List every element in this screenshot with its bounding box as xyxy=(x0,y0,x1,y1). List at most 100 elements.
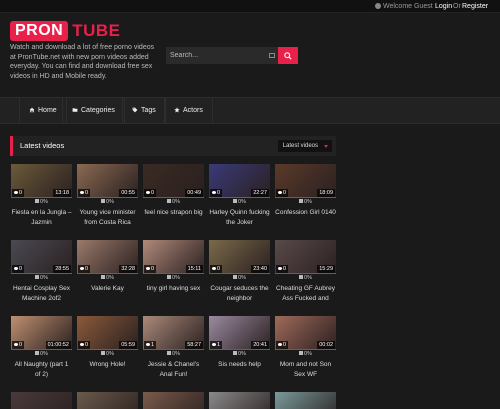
thumbs-up-icon xyxy=(299,275,304,279)
nav-label: Home xyxy=(38,107,57,114)
rating-value: 0% xyxy=(304,351,312,357)
rating-value: 0% xyxy=(238,275,246,281)
welcome-label: Welcome Guest xyxy=(383,3,433,10)
video-title[interactable]: Wrong Hole! xyxy=(77,360,138,370)
eye-icon xyxy=(212,191,216,194)
video-duration: 20:41 xyxy=(251,341,269,349)
video-duration: 00:02 xyxy=(317,341,335,349)
video-thumbnail[interactable]: 0 01:00:52 xyxy=(11,316,72,350)
video-duration: 15:11 xyxy=(185,265,203,273)
video-thumbnail[interactable]: 0 22:27 xyxy=(209,164,270,198)
nav-label: Actors xyxy=(183,107,203,114)
rating-value: 0% xyxy=(106,351,114,357)
video-thumbnail[interactable]: 0 15:29 xyxy=(275,240,336,274)
latest-videos-header: Latest videos Latest videos xyxy=(10,136,336,156)
video-title[interactable]: tiny girl having sex xyxy=(143,284,204,294)
video-thumbnail[interactable] xyxy=(77,392,138,409)
video-rating: 0% xyxy=(275,199,336,205)
video-thumbnail[interactable]: 1 20:41 xyxy=(209,316,270,350)
video-duration: 32:28 xyxy=(119,265,137,273)
nav-label: Tags xyxy=(141,107,156,114)
nav-item-actors[interactable]: Actors xyxy=(164,98,213,123)
view-count-value: 0 xyxy=(19,266,23,272)
site-logo[interactable]: PRON TUBE xyxy=(10,21,121,41)
view-count-value: 0 xyxy=(151,266,155,272)
search-input[interactable] xyxy=(166,47,278,64)
video-title[interactable]: Confession Girl 0140 xyxy=(275,208,336,218)
thumbs-up-icon xyxy=(233,275,238,279)
eye-icon xyxy=(80,191,84,194)
video-title[interactable]: feel nice strapon big xyxy=(143,208,204,218)
nav-label: Categories xyxy=(81,107,115,114)
logo-part2: TUBE xyxy=(72,21,121,40)
video-title[interactable]: Cheating GF Aubrey Ass Fucked and xyxy=(275,284,336,304)
video-duration: 22:27 xyxy=(251,189,269,197)
video-thumbnail[interactable]: 0 15:11 xyxy=(143,240,204,274)
video-thumbnail[interactable]: 0 00:49 xyxy=(143,164,204,198)
video-thumbnail[interactable]: 0 32:28 xyxy=(77,240,138,274)
video-title[interactable]: Sis needs help xyxy=(209,360,270,370)
video-title[interactable]: Valerie Kay xyxy=(77,284,138,294)
thumbs-up-icon xyxy=(167,199,172,203)
video-title[interactable]: Jessie & Chanel's Anal Fun! xyxy=(143,360,204,380)
nav-item-home[interactable]: Home xyxy=(19,98,67,123)
register-link[interactable]: Register xyxy=(462,0,488,13)
rating-value: 0% xyxy=(106,275,114,281)
login-link[interactable]: Login xyxy=(435,0,452,13)
nav-item-tags[interactable]: Tags xyxy=(122,98,166,123)
rating-bar xyxy=(77,273,138,274)
thumbs-up-icon xyxy=(167,351,172,355)
eye-icon xyxy=(146,343,150,346)
thumbs-up-icon xyxy=(101,275,106,279)
video-thumbnail[interactable]: 1 58:27 xyxy=(143,316,204,350)
video-thumbnail[interactable] xyxy=(143,392,204,409)
video-title[interactable]: Hentai Cosplay Sex Machine 2of2 xyxy=(11,284,72,304)
thumbs-up-icon xyxy=(233,351,238,355)
rating-value: 0% xyxy=(238,351,246,357)
view-count: 0 xyxy=(144,189,157,197)
eye-icon xyxy=(278,191,282,194)
video-thumbnail[interactable]: 0 00:02 xyxy=(275,316,336,350)
site-tagline: Watch and download a lot of free porno v… xyxy=(10,44,155,80)
video-rating: 0% xyxy=(11,351,72,357)
view-count: 0 xyxy=(12,189,25,197)
thumbs-up-icon xyxy=(35,351,40,355)
video-thumbnail[interactable]: 0 28:55 xyxy=(11,240,72,274)
video-duration: 00:49 xyxy=(185,189,203,197)
view-count: 0 xyxy=(78,189,91,197)
section-title: Latest videos xyxy=(20,141,65,150)
tag-icon xyxy=(132,107,138,113)
view-count: 0 xyxy=(12,265,25,273)
video-thumbnail[interactable] xyxy=(275,392,336,409)
view-count-value: 0 xyxy=(19,342,23,348)
sort-filter-dropdown[interactable]: Latest videos xyxy=(277,140,332,152)
video-thumbnail[interactable] xyxy=(209,392,270,409)
thumbs-up-icon xyxy=(35,199,40,203)
thumbs-up-icon xyxy=(101,199,106,203)
video-title[interactable]: Fiesta en la Jungla – Jazmin xyxy=(11,208,72,228)
video-duration: 00:55 xyxy=(119,189,137,197)
thumbs-up-icon xyxy=(233,199,238,203)
video-title[interactable]: Young vice minister from Costa Rica xyxy=(77,208,138,228)
keyboard-icon[interactable] xyxy=(269,53,275,58)
view-count: 0 xyxy=(12,341,25,349)
view-count: 0 xyxy=(78,341,91,349)
video-thumbnail[interactable] xyxy=(11,392,72,409)
video-thumbnail[interactable]: 0 13:18 xyxy=(11,164,72,198)
nav-item-categories[interactable]: Categories xyxy=(62,98,125,123)
video-title[interactable]: Mom and not Son Sex WF xyxy=(275,360,336,380)
search-button[interactable] xyxy=(278,47,298,64)
view-count-value: 0 xyxy=(217,190,221,196)
video-thumbnail[interactable]: 0 23:40 xyxy=(209,240,270,274)
rating-bar xyxy=(275,349,336,350)
video-thumbnail[interactable]: 0 00:55 xyxy=(77,164,138,198)
view-count: 0 xyxy=(276,189,289,197)
video-thumbnail[interactable]: 0 05:59 xyxy=(77,316,138,350)
eye-icon xyxy=(80,343,84,346)
view-count: 0 xyxy=(78,265,91,273)
video-title[interactable]: Cougar seduces the neighbor xyxy=(209,284,270,304)
video-title[interactable]: All Naughty (part 1 of 2) xyxy=(11,360,72,380)
video-thumbnail[interactable]: 0 18:09 xyxy=(275,164,336,198)
rating-value: 0% xyxy=(40,351,48,357)
video-title[interactable]: Harley Quinn fucking the Joker xyxy=(209,208,270,228)
